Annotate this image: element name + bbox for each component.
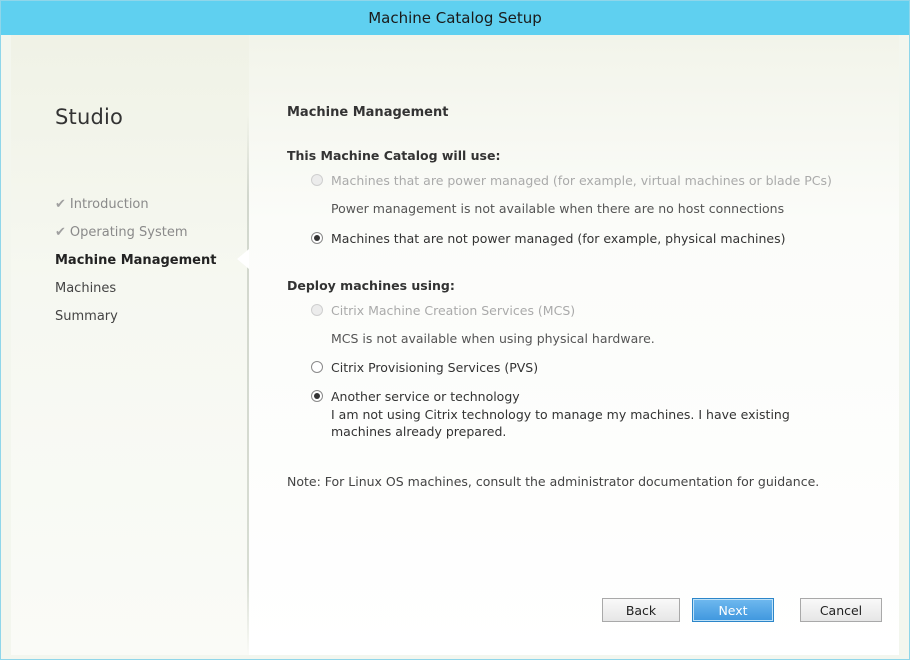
window-title: Machine Catalog Setup xyxy=(368,9,542,27)
studio-heading: Studio xyxy=(55,105,124,129)
window-titlebar: Machine Catalog Setup xyxy=(1,1,909,35)
step-label: Introduction xyxy=(69,197,149,212)
radio-pvs[interactable] xyxy=(311,361,323,373)
machine-catalog-setup-window: Machine Catalog Setup Studio ✔ Introducti… xyxy=(0,0,910,660)
step-label: Operating System xyxy=(69,225,188,240)
radio-mcs[interactable] xyxy=(311,304,323,316)
step-operating-system[interactable]: ✔ Operating System xyxy=(55,219,216,247)
option-pvs-label: Citrix Provisioning Services (PVS) xyxy=(331,360,539,375)
check-icon: ✔ xyxy=(55,197,66,212)
step-label: Machine Management xyxy=(55,253,217,268)
current-step-pointer xyxy=(237,249,249,269)
radio-not-power-managed[interactable] xyxy=(311,232,323,244)
wizard-content: Studio ✔ Introduction ✔ Operating System M… xyxy=(11,35,899,655)
step-machine-management[interactable]: Machine Management xyxy=(55,247,216,275)
back-button[interactable]: Back xyxy=(602,598,680,622)
radio-power-managed[interactable] xyxy=(311,174,323,186)
wizard-sidebar: Studio ✔ Introduction ✔ Operating System M… xyxy=(11,35,247,655)
page-title: Machine Management xyxy=(287,105,449,120)
step-label: Summary xyxy=(55,309,118,324)
step-label: Machines xyxy=(55,281,117,296)
cancel-button[interactable]: Cancel xyxy=(800,598,882,622)
wizard-main-panel: Machine Management This Machine Catalog … xyxy=(249,35,899,655)
option-not-power-managed-label: Machines that are not power managed (for… xyxy=(331,231,786,246)
wizard-steps: ✔ Introduction ✔ Operating System Machine … xyxy=(55,191,216,331)
mcs-note: MCS is not available when using physical… xyxy=(331,331,655,346)
option-power-managed[interactable]: Machines that are power managed (for exa… xyxy=(311,173,832,188)
step-machines[interactable]: Machines xyxy=(55,275,216,303)
option-not-power-managed[interactable]: Machines that are not power managed (for… xyxy=(311,231,785,246)
option-pvs[interactable]: Citrix Provisioning Services (PVS) xyxy=(311,360,538,375)
linux-note: Note: For Linux OS machines, consult the… xyxy=(287,474,820,489)
option-power-managed-label: Machines that are power managed (for exa… xyxy=(331,173,832,188)
option-mcs[interactable]: Citrix Machine Creation Services (MCS) xyxy=(311,303,575,318)
check-icon: ✔ xyxy=(55,225,66,240)
catalog-use-label: This Machine Catalog will use: xyxy=(287,148,501,163)
option-another-service[interactable]: Another service or technology xyxy=(311,389,520,404)
option-mcs-label: Citrix Machine Creation Services (MCS) xyxy=(331,303,576,318)
step-introduction[interactable]: ✔ Introduction xyxy=(55,191,216,219)
another-service-description: I am not using Citrix technology to mana… xyxy=(331,407,790,439)
step-summary[interactable]: Summary xyxy=(55,303,216,331)
next-button[interactable]: Next xyxy=(692,598,774,622)
radio-another-service[interactable] xyxy=(311,390,323,402)
power-management-note: Power management is not available when t… xyxy=(331,201,785,216)
option-another-service-label: Another service or technology xyxy=(331,389,520,404)
deploy-machines-label: Deploy machines using: xyxy=(287,278,455,293)
